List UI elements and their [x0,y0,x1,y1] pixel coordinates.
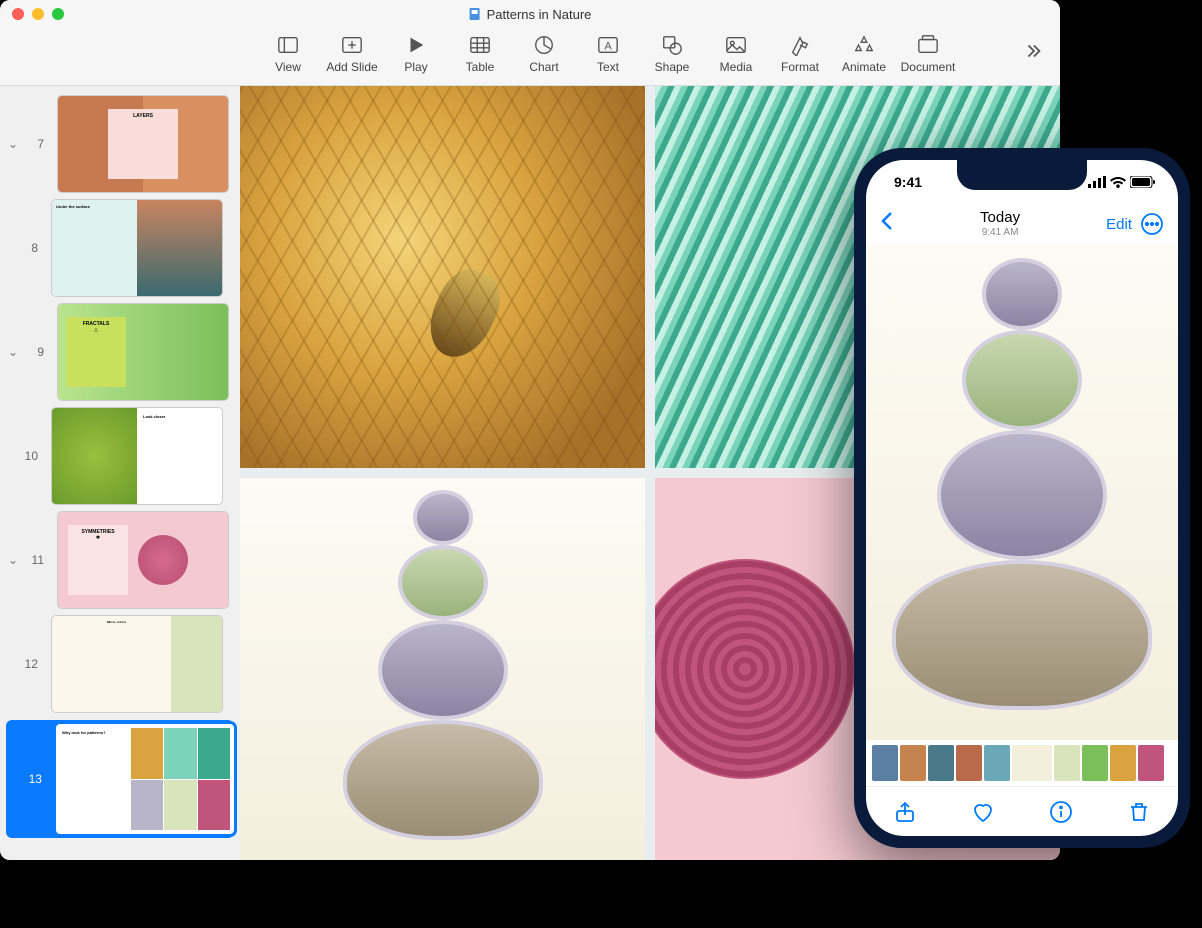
slide-number: 13 [25,772,42,786]
close-window-button[interactable] [12,8,24,20]
battery-icon [1130,176,1156,188]
slide-preview[interactable]: LAYERS [58,96,228,192]
slide-preview[interactable]: SYMMETRIES✱ [58,512,228,608]
photos-header: Today 9:41 AM Edit [866,204,1178,244]
add-slide-button[interactable]: Add Slide [320,34,384,74]
photo-scrubber[interactable] [866,740,1178,786]
wifi-icon [1110,176,1126,188]
add-slide-icon [341,34,363,56]
title-bar: Patterns in Nature [0,0,1060,28]
slide-thumbnail[interactable]: ⌄ 7 LAYERS [6,96,234,192]
traffic-lights [12,8,64,20]
view-icon [277,34,299,56]
document-icon [917,34,939,56]
share-button[interactable] [893,800,917,824]
slide-number: 9 [26,345,44,359]
document-button[interactable]: Document [896,34,960,74]
photo-viewer[interactable] [866,244,1178,740]
chart-button[interactable]: Chart [512,34,576,74]
minimize-window-button[interactable] [32,8,44,20]
text-button[interactable]: A Text [576,34,640,74]
canvas-image-honeycomb[interactable] [240,86,645,468]
slide-number: 8 [20,241,38,255]
delete-button[interactable] [1127,800,1151,824]
window-title: Patterns in Nature [469,7,592,22]
play-button[interactable]: Play [384,34,448,74]
slide-number: 10 [20,449,38,463]
chevron-left-icon [880,211,894,231]
notch [957,160,1087,190]
more-button[interactable] [1140,212,1164,236]
disclosure-arrow-icon[interactable]: ⌄ [6,553,20,567]
slide-thumbnail[interactable]: ⌄ 11 SYMMETRIES✱ [6,512,234,608]
iphone-device: 9:41 Today 9:41 AM Edit [854,148,1190,848]
slide-navigator[interactable]: ⌄ 7 LAYERS 8 Under the surface ⌄ 9 FRACT… [0,86,240,860]
shape-button[interactable]: Shape [640,34,704,74]
disclosure-arrow-icon[interactable]: ⌄ [6,137,20,151]
slide-number: 12 [20,657,38,671]
text-icon: A [597,34,619,56]
slide-preview[interactable]: Why look for patterns? [56,724,234,834]
slide-thumbnail[interactable]: 12 Mirror, mirror [6,616,234,712]
toolbar-more-button[interactable] [1022,40,1052,67]
slide-preview[interactable]: FRACTALS△ [58,304,228,400]
table-icon [469,34,491,56]
header-title: Today 9:41 AM [894,210,1106,238]
disclosure-arrow-icon[interactable]: ⌄ [6,345,20,359]
chevron-right-double-icon [1022,40,1044,62]
table-button[interactable]: Table [448,34,512,74]
favorite-button[interactable] [971,800,995,824]
format-icon [789,34,811,56]
slide-number: 7 [26,137,44,151]
slide-thumbnail-selected[interactable]: 13 Why look for patterns? [6,720,234,838]
slide-thumbnail[interactable]: 10 Look closer [6,408,234,504]
svg-text:A: A [604,40,612,52]
maximize-window-button[interactable] [52,8,64,20]
play-icon [405,34,427,56]
media-icon [725,34,747,56]
slide-number: 11 [26,553,44,567]
canvas-image-shells[interactable] [240,478,645,860]
chart-icon [533,34,555,56]
status-time: 9:41 [894,174,922,190]
info-button[interactable] [1049,800,1073,824]
view-button[interactable]: View [256,34,320,74]
slide-preview[interactable]: Look closer [52,408,222,504]
slide-preview[interactable]: Mirror, mirror [52,616,222,712]
animate-button[interactable]: Animate [832,34,896,74]
media-button[interactable]: Media [704,34,768,74]
status-icons [1088,176,1156,188]
slide-preview[interactable]: Under the surface [52,200,222,296]
cellular-icon [1088,176,1106,188]
slide-thumbnail[interactable]: ⌄ 9 FRACTALS△ [6,304,234,400]
keynote-doc-icon [469,7,481,21]
photos-toolbar [866,786,1178,836]
slide-thumbnail[interactable]: 8 Under the surface [6,200,234,296]
animate-icon [853,34,875,56]
shape-icon [661,34,683,56]
toolbar: View Add Slide Play Table Chart A Text S… [0,28,1060,86]
format-button[interactable]: Format [768,34,832,74]
iphone-screen: 9:41 Today 9:41 AM Edit [866,160,1178,836]
back-button[interactable] [880,211,894,237]
edit-button[interactable]: Edit [1106,216,1132,233]
